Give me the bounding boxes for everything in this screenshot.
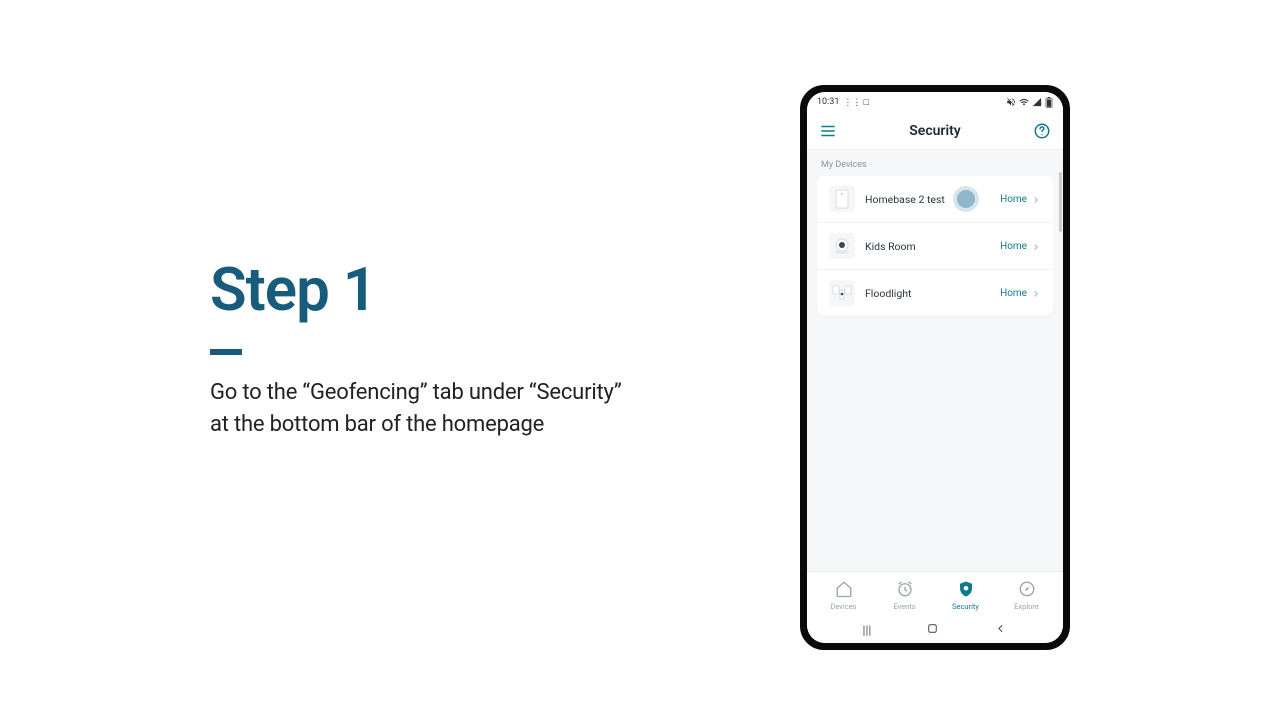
clock-icon [896,580,914,600]
mute-icon [1006,97,1016,107]
device-row-floodlight[interactable]: Floodlight Home [817,270,1053,316]
wifi-icon [1019,97,1029,107]
content-spacer [807,316,1063,571]
tab-label: Security [952,602,979,611]
menu-icon[interactable] [819,122,837,140]
phone-screen: 10:31 ⋮⋮ □ [807,92,1063,643]
shield-icon [957,580,975,600]
home-icon [835,580,853,600]
home-button[interactable] [926,622,939,638]
device-name: Floodlight [865,287,1000,300]
page-title: Security [909,123,961,139]
status-time: 10:31 [817,97,839,107]
device-name: Kids Room [865,240,1000,253]
compass-icon [1018,580,1036,600]
device-status: Home [1000,194,1027,205]
android-nav-bar: ||| [807,617,1063,643]
device-name: Homebase 2 test [865,193,1000,206]
tab-events[interactable]: Events [880,580,930,611]
device-thumb-icon [829,280,855,306]
chevron-right-icon [1031,190,1041,209]
device-status: Home [1000,241,1027,252]
tab-explore[interactable]: Explore [1002,580,1052,611]
step-body: Go to the “Geofencing” tab under “Securi… [210,377,630,441]
recent-apps-button[interactable]: ||| [863,623,872,637]
device-thumb-icon [829,233,855,259]
device-status: Home [1000,288,1027,299]
chevron-right-icon [1031,237,1041,256]
device-thumb-icon [829,186,855,212]
help-icon[interactable] [1033,122,1051,140]
tab-devices[interactable]: Devices [819,580,869,611]
chevron-right-icon [1031,284,1041,303]
device-row-kidsroom[interactable]: Kids Room Home [817,223,1053,270]
device-list: Homebase 2 test Home Kids Room Home [817,176,1053,316]
signal-icon [1032,97,1042,107]
tab-security[interactable]: Security [941,580,991,611]
back-button[interactable] [994,622,1007,638]
touch-indicator-icon [957,190,975,208]
tab-label: Events [893,602,915,611]
step-title: Step 1 [210,258,630,321]
title-underline [210,349,242,355]
phone-frame: 10:31 ⋮⋮ □ [800,85,1070,650]
tab-label: Devices [830,602,856,611]
device-row-homebase[interactable]: Homebase 2 test Home [817,176,1053,223]
section-label: My Devices [807,150,1063,176]
status-indicators: ⋮⋮ □ [843,97,869,108]
app-header: Security [807,112,1063,150]
battery-icon [1045,97,1053,108]
status-bar: 10:31 ⋮⋮ □ [807,92,1063,112]
tab-bar: Devices Events Security Explore [807,571,1063,617]
instruction-panel: Step 1 Go to the “Geofencing” tab under … [210,258,630,441]
tab-label: Explore [1014,602,1039,611]
scrollbar[interactable] [1059,172,1062,232]
